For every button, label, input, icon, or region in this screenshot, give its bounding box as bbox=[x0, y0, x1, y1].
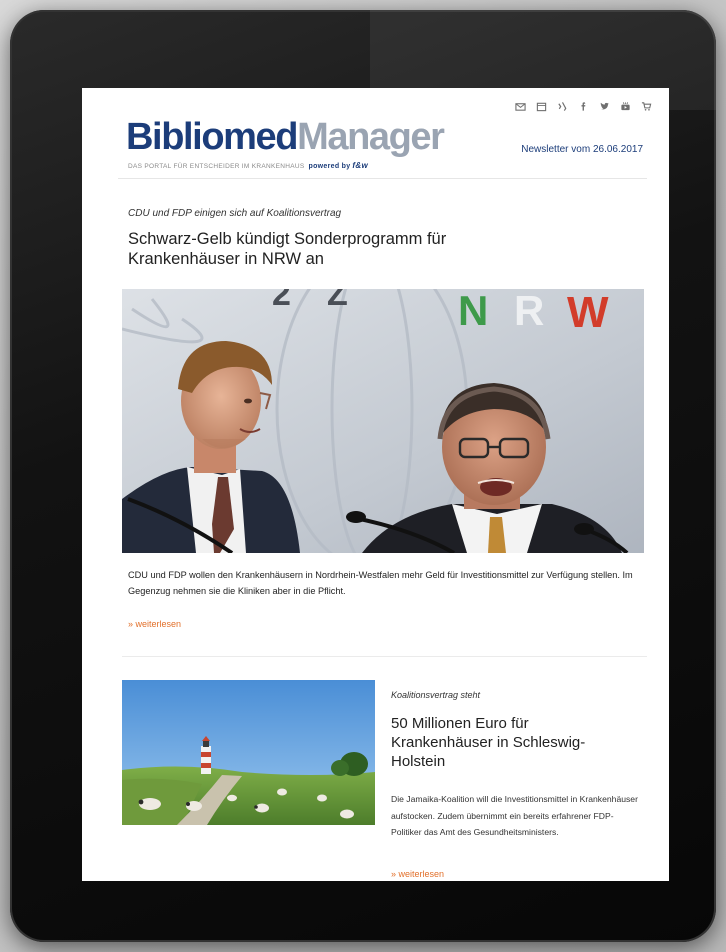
header-divider bbox=[118, 178, 647, 179]
lead-article-kicker: CDU und FDP einigen sich auf Koalitionsv… bbox=[128, 208, 342, 219]
svg-text:Z: Z bbox=[327, 289, 348, 313]
second-article-kicker: Koalitionsvertrag steht bbox=[391, 690, 481, 700]
facebook-icon[interactable] bbox=[573, 98, 594, 114]
tablet-device: BibliomedManager DAS PORTAL FÜR ENTSCHEI… bbox=[10, 10, 716, 942]
logo-manager: Manager bbox=[297, 116, 445, 158]
powered-by-label: powered by bbox=[308, 163, 351, 170]
cart-icon[interactable] bbox=[636, 98, 657, 114]
twitter-icon[interactable] bbox=[594, 98, 615, 114]
calendar-icon[interactable] bbox=[531, 98, 552, 114]
bibliomed-manager-logo[interactable]: BibliomedManager bbox=[126, 116, 445, 158]
xing-icon[interactable] bbox=[552, 98, 573, 114]
social-toolbar bbox=[510, 98, 657, 114]
logo-tagline: DAS PORTAL FÜR ENTSCHEIDER IM KRANKENHAU… bbox=[128, 161, 368, 170]
second-article-headline[interactable]: 50 Millionen Euro für Krankenhäuser in S… bbox=[391, 714, 631, 771]
second-article-read-more-link[interactable]: » weiterlesen bbox=[391, 869, 444, 879]
youtube-icon[interactable] bbox=[615, 98, 636, 114]
second-article-teaser: Die Jamaika-Koalition will die Investiti… bbox=[391, 794, 638, 837]
article-divider bbox=[122, 656, 647, 657]
tagline-text: DAS PORTAL FÜR ENTSCHEIDER IM KRANKENHAU… bbox=[128, 163, 305, 170]
lead-article-photo[interactable]: 2 Z N R W bbox=[122, 289, 644, 553]
lead-article-headline[interactable]: Schwarz-Gelb kündigt Sonderprogramm für … bbox=[128, 229, 448, 269]
powered-by-logo: f&w bbox=[352, 161, 368, 170]
backdrop-letter-r: R bbox=[514, 289, 544, 334]
lead-article-read-more-link[interactable]: » weiterlesen bbox=[128, 619, 181, 629]
backdrop-letter-w: W bbox=[567, 289, 609, 337]
newsletter-screen: BibliomedManager DAS PORTAL FÜR ENTSCHEI… bbox=[82, 88, 669, 881]
lead-article-teaser: CDU und FDP wollen den Krankenhäusern in… bbox=[128, 570, 633, 596]
logo-bibliomed: Bibliomed bbox=[126, 116, 298, 158]
mail-icon[interactable] bbox=[510, 98, 531, 114]
second-article-photo[interactable] bbox=[122, 680, 375, 825]
newsletter-date: Newsletter vom 26.06.2017 bbox=[521, 144, 643, 155]
backdrop-letter-n: N bbox=[458, 289, 488, 334]
svg-text:2: 2 bbox=[272, 289, 291, 313]
